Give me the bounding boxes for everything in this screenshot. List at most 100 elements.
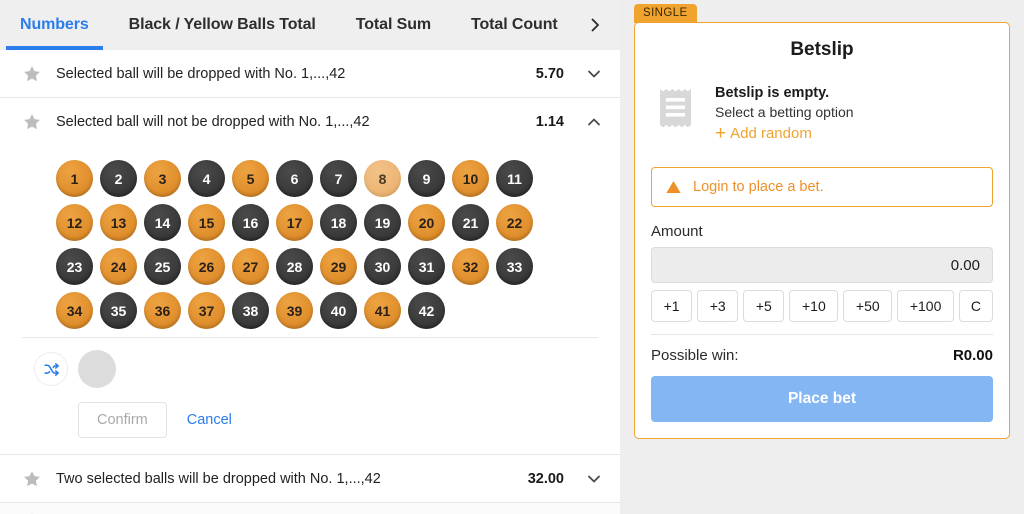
ball-36[interactable]: 36	[144, 292, 181, 329]
ball-26[interactable]: 26	[188, 248, 225, 285]
ball-9[interactable]: 9	[408, 160, 445, 197]
tab-total-sum[interactable]: Total Sum	[336, 0, 451, 50]
ball-23[interactable]: 23	[56, 248, 93, 285]
ball-37[interactable]: 37	[188, 292, 225, 329]
ball-14[interactable]: 14	[144, 204, 181, 241]
amount-input[interactable]	[651, 247, 993, 283]
ball-21[interactable]: 21	[452, 204, 489, 241]
betslip-empty-texts: Betslip is empty. Select a betting optio…	[715, 83, 854, 143]
ball-30[interactable]: 30	[364, 248, 401, 285]
selected-ball-slot[interactable]	[78, 350, 116, 388]
ball-17[interactable]: 17	[276, 204, 313, 241]
betslip-empty-title: Betslip is empty.	[715, 85, 830, 101]
ball-5[interactable]: 5	[232, 160, 269, 197]
ball-row: 1 2 3 4 5 6 7 8 9 10 11	[56, 160, 598, 197]
ball-16[interactable]: 16	[232, 204, 269, 241]
market-row[interactable]: Selected ball will not be dropped with N…	[0, 98, 620, 146]
ball-38[interactable]: 38	[232, 292, 269, 329]
betslip-card: Betslip Betslip is empty. Select a betti…	[634, 22, 1010, 439]
ball-1[interactable]: 1	[56, 160, 93, 197]
star-icon[interactable]	[22, 64, 42, 84]
ball-10[interactable]: 10	[452, 160, 489, 197]
tab-total-count[interactable]: Total Count	[451, 0, 578, 50]
betslip-empty-state: Betslip is empty. Select a betting optio…	[651, 83, 993, 149]
markets-panel: Numbers Black / Yellow Balls Total Total…	[0, 0, 620, 514]
ball-4[interactable]: 4	[188, 160, 225, 197]
login-warning-text: Login to place a bet.	[693, 179, 824, 195]
market-row[interactable]: Selected ball will be dropped with No. 1…	[0, 50, 620, 98]
ball-35[interactable]: 35	[100, 292, 137, 329]
ball-6[interactable]: 6	[276, 160, 313, 197]
markets-list: Selected ball will be dropped with No. 1…	[0, 50, 620, 514]
ball-25[interactable]: 25	[144, 248, 181, 285]
tabs-scroll-next-button[interactable]	[578, 0, 612, 50]
ball-3[interactable]: 3	[144, 160, 181, 197]
tab-label: Total Count	[471, 16, 558, 33]
ball-row: 12 13 14 15 16 17 18 19 20 21 22	[56, 204, 598, 241]
ball-42[interactable]: 42	[408, 292, 445, 329]
ball-29[interactable]: 29	[320, 248, 357, 285]
confirm-button[interactable]: Confirm	[78, 402, 167, 438]
add-random-button[interactable]: + Add random	[715, 124, 854, 143]
ball-41[interactable]: 41	[364, 292, 401, 329]
ball-27[interactable]: 27	[232, 248, 269, 285]
quick-amount-button[interactable]: +5	[743, 290, 785, 322]
ball-2[interactable]: 2	[100, 160, 137, 197]
market-title: Selected ball will not be dropped with N…	[56, 114, 370, 130]
ball-34[interactable]: 34	[56, 292, 93, 329]
quick-amount-button[interactable]: +10	[789, 290, 839, 322]
chevron-down-icon[interactable]	[586, 471, 602, 487]
market-tabbar: Numbers Black / Yellow Balls Total Total…	[0, 0, 620, 50]
ball-22[interactable]: 22	[496, 204, 533, 241]
tab-numbers[interactable]: Numbers	[0, 0, 109, 50]
star-icon[interactable]	[22, 469, 42, 489]
ball-15[interactable]: 15	[188, 204, 225, 241]
market-odds[interactable]: 5.70	[536, 66, 564, 82]
add-random-label: Add random	[730, 125, 812, 142]
market-title: Selected ball will be dropped with No. 1…	[56, 65, 346, 82]
market-odds[interactable]: 1.14	[536, 114, 564, 130]
betslip-title: Betslip	[790, 39, 854, 60]
market-row-partial[interactable]	[0, 503, 620, 514]
ball-19[interactable]: 19	[364, 204, 401, 241]
ball-11[interactable]: 11	[496, 160, 533, 197]
receipt-icon	[660, 89, 691, 128]
chevron-down-icon[interactable]	[586, 66, 602, 82]
ball-40[interactable]: 40	[320, 292, 357, 329]
place-bet-button[interactable]: Place bet	[651, 376, 993, 422]
ball-28[interactable]: 28	[276, 248, 313, 285]
quick-amount-button[interactable]: +3	[697, 290, 739, 322]
ball-31[interactable]: 31	[408, 248, 445, 285]
star-icon[interactable]	[22, 112, 42, 132]
quick-amount-buttons: +1 +3 +5 +10 +50 +100 C	[651, 290, 993, 322]
market-odds[interactable]: 32.00	[528, 471, 564, 487]
ball-selection-panel: 1 2 3 4 5 6 7 8 9 10 11 12 13 14 15 16 17 18 19 20 21 22 23 24 2…	[0, 146, 620, 455]
market-row[interactable]: Two selected balls will be dropped with …	[0, 455, 620, 503]
shuffle-icon	[43, 362, 59, 376]
ball-13[interactable]: 13	[100, 204, 137, 241]
cancel-button[interactable]: Cancel	[177, 403, 242, 437]
ball-39[interactable]: 39	[276, 292, 313, 329]
chevron-up-icon[interactable]	[586, 114, 602, 130]
chevron-right-icon	[591, 18, 599, 32]
login-warning-banner[interactable]: Login to place a bet.	[651, 167, 993, 207]
clear-amount-button[interactable]: C	[958, 290, 993, 322]
ball-32[interactable]: 32	[452, 248, 489, 285]
quick-amount-button[interactable]: +1	[651, 290, 693, 322]
selection-slot-row	[22, 350, 598, 388]
possible-win-value: R0.00	[952, 347, 993, 364]
possible-win-label: Possible win:	[651, 347, 739, 364]
ball-7[interactable]: 7	[320, 160, 357, 197]
ball-33[interactable]: 33	[496, 248, 533, 285]
confirm-cancel-row: Confirm Cancel	[22, 388, 598, 454]
betslip-mode-badge[interactable]: SINGLE	[634, 4, 697, 23]
shuffle-button[interactable]	[34, 352, 68, 386]
quick-amount-button[interactable]: +50	[843, 290, 893, 322]
ball-12[interactable]: 12	[56, 204, 93, 241]
ball-18[interactable]: 18	[320, 204, 357, 241]
ball-20[interactable]: 20	[408, 204, 445, 241]
tab-black-yellow-balls-total[interactable]: Black / Yellow Balls Total	[109, 0, 336, 50]
ball-24[interactable]: 24	[100, 248, 137, 285]
quick-amount-button[interactable]: +100	[897, 290, 954, 322]
ball-8[interactable]: 8	[364, 160, 401, 197]
